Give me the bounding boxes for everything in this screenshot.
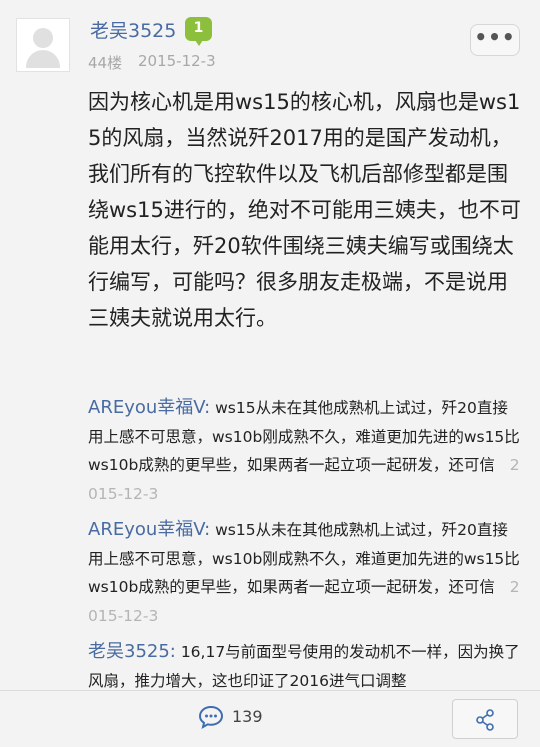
share-button[interactable] (452, 699, 518, 739)
comment-item[interactable]: AREyou幸福V: ws15从未在其他成熟机上试过，歼20直接用上感不可思意，… (88, 516, 520, 630)
avatar[interactable] (16, 18, 70, 72)
post-body: 因为核心机是用ws15的核心机，风扇也是ws15的风扇，当然说歼2017用的是国… (88, 90, 521, 330)
comment-item[interactable]: AREyou幸福V: ws15从未在其他成熟机上试过，歼20直接用上感不可思意，… (88, 394, 520, 508)
comment-item[interactable]: 老吴3525: 16,17与前面型号使用的发动机不一样，因为换了风扇，推力增大，… (88, 638, 520, 690)
avatar-head-shape (33, 28, 53, 48)
more-dots-icon: ••• (474, 25, 516, 49)
share-icon (476, 709, 494, 731)
bottom-action-bar: 139 (0, 690, 540, 747)
comment-author[interactable]: AREyou幸福V: (88, 519, 210, 540)
post-date: 2015-12-3 (138, 52, 216, 70)
avatar-body-shape (26, 50, 60, 68)
comment-button[interactable]: 139 (198, 704, 278, 734)
comment-author[interactable]: 老吴3525: (88, 641, 176, 662)
post-username[interactable]: 老吴3525 (90, 16, 176, 43)
level-badge: 1 (185, 17, 212, 46)
more-button[interactable]: ••• (470, 24, 520, 56)
comment-author[interactable]: AREyou幸福V: (88, 397, 210, 418)
floor-number: 44楼 (88, 54, 123, 72)
comment-count: 139 (232, 707, 263, 726)
speech-bubble-icon (198, 705, 224, 729)
post-card: 老吴3525 1 44楼 2015-12-3 ••• 因为核心机是用ws15的核… (0, 0, 540, 690)
